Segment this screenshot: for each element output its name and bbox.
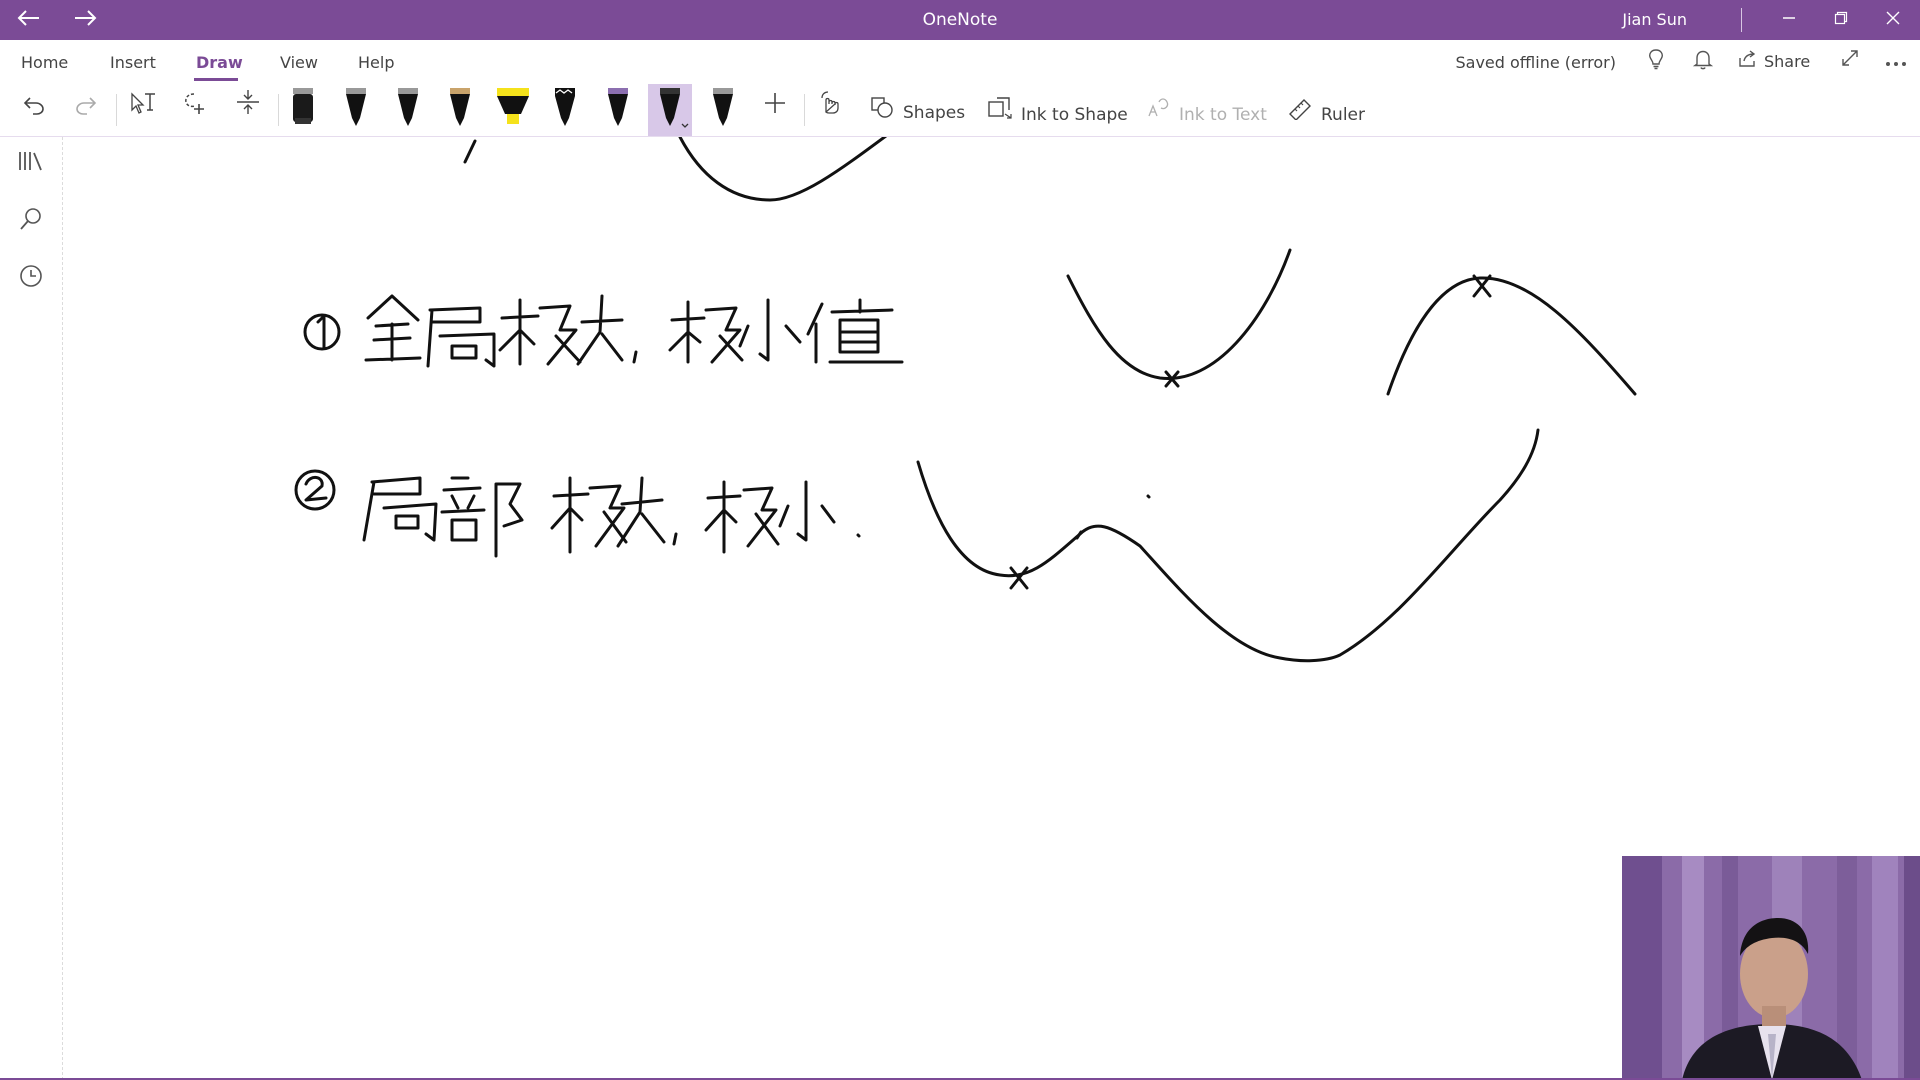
ink-x-marker [1009,566,1029,590]
pen-icon[interactable] [386,84,430,136]
share-icon [1738,49,1758,76]
add-pen-icon[interactable] [753,88,797,132]
pen-icon[interactable] [701,84,745,136]
tab-draw[interactable]: Draw [196,53,243,72]
bell-icon[interactable] [1689,48,1717,76]
toolbar-separator [116,94,117,126]
titlebar-separator [1741,8,1742,32]
shapes-icon [869,96,895,125]
draw-toolbar: Shapes Ink to Shape Ink to Text Ruler [0,84,1920,137]
lasso-select-icon[interactable] [174,88,218,132]
ink-curve-global-max [1386,276,1637,396]
lightbulb-icon[interactable] [1642,48,1670,76]
type-select-icon[interactable] [121,88,165,132]
pen-icon[interactable] [334,84,378,136]
ribbon-tabs: Home Insert Draw View Help Saved offline… [0,40,1920,84]
share-button[interactable]: Share [1738,49,1810,75]
ruler-icon [1287,96,1313,127]
tab-view[interactable]: View [280,53,318,72]
ink-to-shape-label: Ink to Shape [1021,105,1128,125]
galaxy-pen-icon[interactable] [543,84,587,136]
ink-to-shape-button[interactable]: Ink to Shape [987,96,1128,127]
selected-pen-icon[interactable] [648,84,692,136]
search-icon[interactable] [14,206,48,240]
title-bar: OneNote Jian Sun [0,0,1920,40]
left-navigation [0,137,63,1080]
onenote-window: OneNote Jian Sun Home Insert Draw View H… [0,0,1920,1080]
expand-icon[interactable] [1836,48,1864,76]
notebooks-icon[interactable] [14,149,48,183]
more-options-icon[interactable] [1882,48,1910,76]
undo-icon[interactable] [12,88,56,132]
ink-to-shape-icon [987,96,1013,127]
pen-icon[interactable] [596,84,640,136]
ink-to-text-button[interactable]: Ink to Text [1145,96,1267,127]
minimize-icon[interactable] [1766,6,1812,34]
restore-icon[interactable] [1818,6,1864,34]
ruler-label: Ruler [1321,105,1365,125]
user-name[interactable]: Jian Sun [1622,10,1687,29]
add-space-icon[interactable] [226,88,270,132]
tab-insert[interactable]: Insert [110,53,156,72]
ink-curve-local-extrema [916,428,1540,663]
shapes-label: Shapes [903,103,966,123]
share-label: Share [1764,52,1811,71]
ink-stroke-fragment [463,139,477,164]
highlighter-icon[interactable] [491,84,535,136]
toolbar-separator [278,94,279,126]
redo-icon[interactable] [64,88,108,132]
ink-curve-global-min [1066,248,1292,380]
ink-curve-top [678,137,888,202]
recent-icon[interactable] [14,263,48,297]
close-icon[interactable] [1870,6,1916,34]
ruler-button[interactable]: Ruler [1287,96,1365,127]
sync-status[interactable]: Saved offline (error) [1455,53,1616,72]
shapes-button[interactable]: Shapes [869,96,965,124]
ink-to-text-label: Ink to Text [1179,105,1267,125]
pen-icon[interactable] [438,84,482,136]
tab-help[interactable]: Help [358,53,394,72]
touch-drawing-icon[interactable] [808,88,852,132]
webcam-video [1622,856,1920,1080]
tab-home[interactable]: Home [21,53,68,72]
ink-to-text-icon [1145,96,1171,127]
toolbar-separator [804,94,805,126]
active-tab-indicator [194,78,238,81]
presenter-video-image [1622,856,1920,1080]
eraser-icon[interactable] [281,84,325,136]
